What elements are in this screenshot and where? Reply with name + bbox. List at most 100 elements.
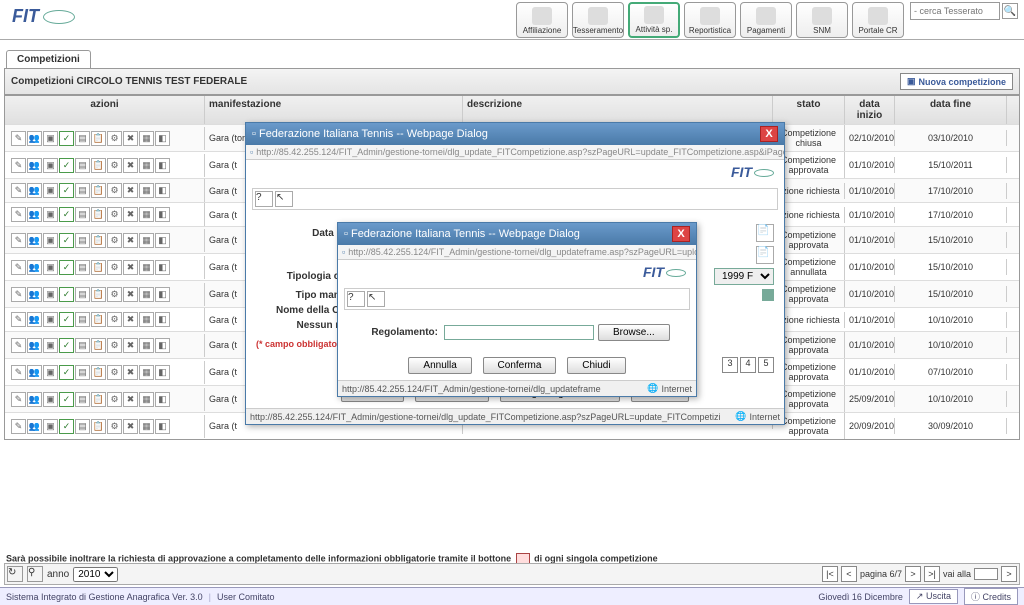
action-icon[interactable]: ▤: [75, 158, 90, 173]
action-icon[interactable]: 👥: [27, 419, 42, 434]
action-icon[interactable]: 📋: [91, 183, 106, 198]
next-page-button[interactable]: >: [905, 566, 921, 582]
action-icon[interactable]: ✓: [59, 233, 74, 248]
dialog1-close-icon[interactable]: X: [760, 126, 778, 142]
dialog2-annulla-button[interactable]: Annulla: [408, 357, 471, 374]
action-icon[interactable]: ✓: [59, 419, 74, 434]
goto-page-input[interactable]: [974, 568, 998, 580]
action-icon[interactable]: 📋: [91, 260, 106, 275]
action-icon[interactable]: ✖: [123, 287, 138, 302]
search-icon[interactable]: 🔍: [1002, 3, 1018, 19]
action-icon[interactable]: ▣: [43, 131, 58, 146]
action-icon[interactable]: 📋: [91, 419, 106, 434]
action-icon[interactable]: ✎: [11, 183, 26, 198]
action-icon[interactable]: ✖: [123, 131, 138, 146]
action-icon[interactable]: ✎: [11, 287, 26, 302]
action-icon[interactable]: ✎: [11, 419, 26, 434]
new-competition-button[interactable]: Nuova competizione: [900, 73, 1013, 90]
action-icon[interactable]: ▦: [139, 419, 154, 434]
year-select[interactable]: 2010: [73, 567, 118, 582]
action-icon[interactable]: 👥: [27, 312, 42, 327]
action-icon[interactable]: ▤: [75, 131, 90, 146]
action-icon[interactable]: ▣: [43, 233, 58, 248]
action-icon[interactable]: ⚙: [107, 233, 122, 248]
action-icon[interactable]: ◧: [155, 338, 170, 353]
action-icon[interactable]: ▤: [75, 338, 90, 353]
action-icon[interactable]: ▣: [43, 207, 58, 222]
logout-button[interactable]: ↗ Uscita: [909, 589, 958, 604]
action-icon[interactable]: ⚙: [107, 207, 122, 222]
action-icon[interactable]: ⚙: [107, 131, 122, 146]
action-icon[interactable]: 📋: [91, 365, 106, 380]
dialog2-close-icon[interactable]: X: [672, 226, 690, 242]
action-icon[interactable]: ◧: [155, 392, 170, 407]
action-icon[interactable]: ◧: [155, 312, 170, 327]
browse-button[interactable]: Browse...: [598, 324, 670, 341]
nav-pagamenti[interactable]: Pagamenti: [740, 2, 792, 38]
action-icon[interactable]: ▣: [43, 287, 58, 302]
action-icon[interactable]: 📋: [91, 233, 106, 248]
action-icon[interactable]: ✓: [59, 338, 74, 353]
action-icon[interactable]: ▦: [139, 392, 154, 407]
calendar-icon[interactable]: 📄: [756, 224, 774, 242]
prev-page-button[interactable]: <: [841, 566, 857, 582]
action-icon[interactable]: ▣: [43, 158, 58, 173]
action-icon[interactable]: ⚙: [107, 419, 122, 434]
nav-portale-cr[interactable]: Portale CR: [852, 2, 904, 38]
page-4[interactable]: 4: [740, 357, 756, 373]
action-icon[interactable]: 📋: [91, 392, 106, 407]
action-icon[interactable]: ✓: [59, 207, 74, 222]
action-icon[interactable]: ✎: [11, 207, 26, 222]
action-icon[interactable]: ◧: [155, 207, 170, 222]
action-icon[interactable]: 📋: [91, 207, 106, 222]
action-icon[interactable]: ✓: [59, 260, 74, 275]
action-icon[interactable]: 📋: [91, 287, 106, 302]
action-icon[interactable]: ✎: [11, 365, 26, 380]
action-icon[interactable]: ✖: [123, 207, 138, 222]
action-icon[interactable]: ▣: [43, 312, 58, 327]
nav-snm[interactable]: SNM: [796, 2, 848, 38]
action-icon[interactable]: ◧: [155, 233, 170, 248]
action-icon[interactable]: ▣: [43, 260, 58, 275]
action-icon[interactable]: ◧: [155, 183, 170, 198]
action-icon[interactable]: ▤: [75, 287, 90, 302]
page-3[interactable]: 3: [722, 357, 738, 373]
action-icon[interactable]: 📋: [91, 338, 106, 353]
action-icon[interactable]: ⚙: [107, 392, 122, 407]
action-icon[interactable]: ✎: [11, 260, 26, 275]
action-icon[interactable]: 👥: [27, 287, 42, 302]
action-icon[interactable]: ✎: [11, 131, 26, 146]
action-icon[interactable]: ⚙: [107, 365, 122, 380]
action-icon[interactable]: ⚙: [107, 260, 122, 275]
action-icon[interactable]: ✖: [123, 392, 138, 407]
filter-icon[interactable]: ⚲: [27, 566, 43, 582]
action-icon[interactable]: 📋: [91, 131, 106, 146]
action-icon[interactable]: ✖: [123, 419, 138, 434]
help-icon[interactable]: ?: [255, 191, 273, 207]
action-icon[interactable]: ✓: [59, 312, 74, 327]
action-icon[interactable]: ▣: [43, 419, 58, 434]
action-icon[interactable]: ✎: [11, 392, 26, 407]
nav-attivit-sp-[interactable]: Attività sp.: [628, 2, 680, 38]
action-icon[interactable]: ✎: [11, 312, 26, 327]
action-icon[interactable]: ✓: [59, 183, 74, 198]
action-icon[interactable]: ✓: [59, 158, 74, 173]
action-icon[interactable]: ▤: [75, 392, 90, 407]
action-icon[interactable]: ✎: [11, 233, 26, 248]
action-icon[interactable]: ✓: [59, 392, 74, 407]
action-icon[interactable]: ✖: [123, 312, 138, 327]
action-icon[interactable]: ▦: [139, 131, 154, 146]
help-icon[interactable]: ?: [347, 291, 365, 307]
search-input[interactable]: [910, 2, 1000, 20]
action-icon[interactable]: ✖: [123, 260, 138, 275]
action-icon[interactable]: ▣: [43, 365, 58, 380]
action-icon[interactable]: ◧: [155, 158, 170, 173]
action-icon[interactable]: 👥: [27, 338, 42, 353]
dialog2-conferma-button[interactable]: Conferma: [483, 357, 557, 374]
input-regolamento-file[interactable]: [444, 325, 594, 340]
action-icon[interactable]: ◧: [155, 419, 170, 434]
calendar-icon-2[interactable]: 📄: [756, 246, 774, 264]
tool-icon[interactable]: ↖: [367, 291, 385, 307]
action-icon[interactable]: ✎: [11, 338, 26, 353]
action-icon[interactable]: ✖: [123, 233, 138, 248]
